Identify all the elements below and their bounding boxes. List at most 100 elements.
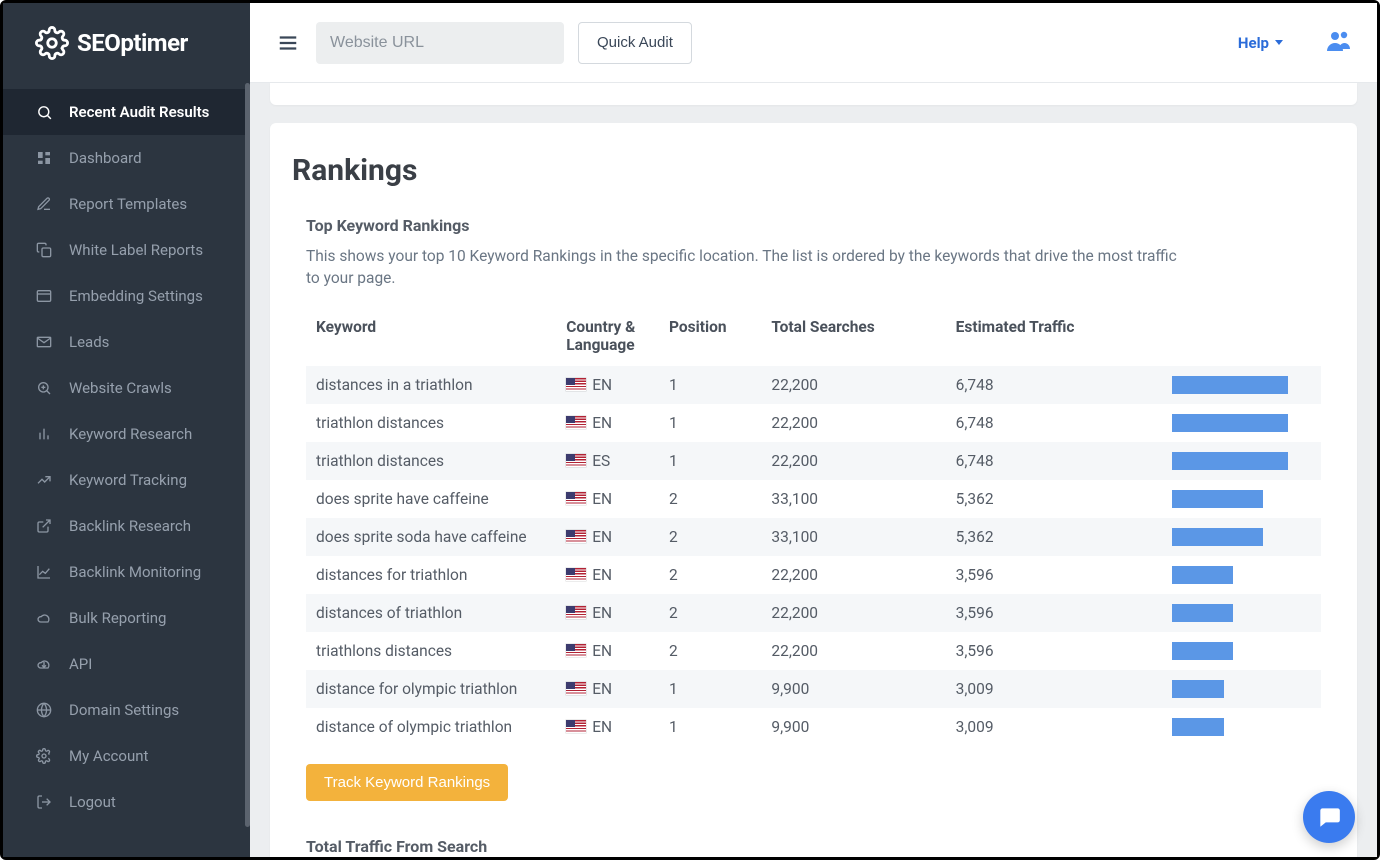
menu-toggle[interactable] bbox=[274, 29, 302, 57]
sidebar-item-bulk-reporting[interactable]: Bulk Reporting bbox=[3, 595, 250, 641]
cell-keyword: triathlon distances bbox=[306, 404, 556, 442]
table-row: distance for olympic triathlonEN19,9003,… bbox=[306, 670, 1321, 708]
sidebar-item-label: Report Templates bbox=[69, 195, 187, 213]
table-row: distances in a triathlonEN122,2006,748 bbox=[306, 366, 1321, 404]
sidebar-item-embedding-settings[interactable]: Embedding Settings bbox=[3, 273, 250, 319]
cell-traffic: 6,748 bbox=[946, 404, 1162, 442]
cell-searches: 33,100 bbox=[761, 480, 945, 518]
cell-position: 1 bbox=[659, 442, 761, 480]
cell-position: 2 bbox=[659, 594, 761, 632]
cell-keyword: distance for olympic triathlon bbox=[306, 670, 556, 708]
cell-position: 2 bbox=[659, 632, 761, 670]
sidebar-item-website-crawls[interactable]: Website Crawls bbox=[3, 365, 250, 411]
edit-icon bbox=[35, 195, 53, 213]
cell-keyword: distances of triathlon bbox=[306, 594, 556, 632]
quick-audit-button[interactable]: Quick Audit bbox=[578, 22, 692, 64]
cell-position: 2 bbox=[659, 480, 761, 518]
flag-icon bbox=[566, 530, 586, 543]
traffic-bar bbox=[1172, 680, 1224, 698]
cell-keyword: does sprite soda have caffeine bbox=[306, 518, 556, 556]
cell-traffic-bar bbox=[1162, 480, 1321, 518]
users-icon bbox=[1325, 29, 1353, 53]
sidebar-item-backlink-monitoring[interactable]: Backlink Monitoring bbox=[3, 549, 250, 595]
cell-country: EN bbox=[556, 480, 659, 518]
sidebar-item-leads[interactable]: Leads bbox=[3, 319, 250, 365]
rankings-card: Rankings Top Keyword Rankings This shows… bbox=[270, 123, 1357, 857]
embed-icon bbox=[35, 287, 53, 305]
sidebar-item-my-account[interactable]: My Account bbox=[3, 733, 250, 779]
cell-traffic: 5,362 bbox=[946, 518, 1162, 556]
sidebar-item-label: Backlink Monitoring bbox=[69, 563, 201, 581]
sidebar-item-domain-settings[interactable]: Domain Settings bbox=[3, 687, 250, 733]
copy-icon bbox=[35, 241, 53, 259]
cell-keyword: distances for triathlon bbox=[306, 556, 556, 594]
sidebar-item-dashboard[interactable]: Dashboard bbox=[3, 135, 250, 181]
sidebar-item-label: Keyword Tracking bbox=[69, 471, 187, 489]
sidebar-item-label: Keyword Research bbox=[69, 425, 192, 443]
rankings-table: Keyword Country & Language Position Tota… bbox=[306, 308, 1321, 746]
cell-traffic-bar bbox=[1162, 404, 1321, 442]
col-searches: Total Searches bbox=[761, 308, 945, 366]
traffic-bar bbox=[1172, 452, 1288, 470]
cell-traffic-bar bbox=[1162, 518, 1321, 556]
table-row: triathlon distancesES122,2006,748 bbox=[306, 442, 1321, 480]
cell-searches: 22,200 bbox=[761, 594, 945, 632]
sidebar-item-keyword-tracking[interactable]: Keyword Tracking bbox=[3, 457, 250, 503]
sidebar-item-recent-audit-results[interactable]: Recent Audit Results bbox=[3, 89, 250, 135]
traffic-bar bbox=[1172, 528, 1264, 546]
sidebar-item-white-label-reports[interactable]: White Label Reports bbox=[3, 227, 250, 273]
sidebar-item-backlink-research[interactable]: Backlink Research bbox=[3, 503, 250, 549]
sidebar-item-label: Bulk Reporting bbox=[69, 609, 166, 627]
cell-traffic-bar bbox=[1162, 670, 1321, 708]
sidebar-item-keyword-research[interactable]: Keyword Research bbox=[3, 411, 250, 457]
url-input[interactable] bbox=[316, 22, 564, 64]
chat-icon bbox=[1316, 804, 1342, 830]
table-row: triathlons distancesEN222,2003,596 bbox=[306, 632, 1321, 670]
table-row: does sprite have caffeineEN233,1005,362 bbox=[306, 480, 1321, 518]
flag-icon bbox=[566, 492, 586, 505]
flag-icon bbox=[566, 682, 586, 695]
chat-launcher[interactable] bbox=[1303, 791, 1355, 843]
barchart-icon bbox=[35, 425, 53, 443]
sidebar-item-label: White Label Reports bbox=[69, 241, 203, 259]
flag-icon bbox=[566, 416, 586, 429]
trend-icon bbox=[35, 471, 53, 489]
content-area: Rankings Top Keyword Rankings This shows… bbox=[250, 83, 1377, 857]
traffic-bar bbox=[1172, 566, 1233, 584]
cell-traffic: 3,009 bbox=[946, 708, 1162, 746]
cell-keyword: does sprite have caffeine bbox=[306, 480, 556, 518]
logo-text: SEOptimer bbox=[77, 29, 188, 57]
logo[interactable]: SEOptimer bbox=[3, 3, 250, 83]
sidebar-item-label: Recent Audit Results bbox=[69, 103, 209, 121]
cell-searches: 22,200 bbox=[761, 556, 945, 594]
cell-searches: 22,200 bbox=[761, 442, 945, 480]
cell-searches: 22,200 bbox=[761, 404, 945, 442]
sidebar-item-label: Domain Settings bbox=[69, 701, 179, 719]
table-row: distances of triathlonEN222,2003,596 bbox=[306, 594, 1321, 632]
cell-traffic: 3,009 bbox=[946, 670, 1162, 708]
sidebar-item-report-templates[interactable]: Report Templates bbox=[3, 181, 250, 227]
help-dropdown[interactable]: Help bbox=[1238, 34, 1283, 52]
cell-traffic: 3,596 bbox=[946, 632, 1162, 670]
cell-traffic-bar bbox=[1162, 556, 1321, 594]
dashboard-icon bbox=[35, 149, 53, 167]
cell-searches: 22,200 bbox=[761, 632, 945, 670]
sidebar-item-api[interactable]: API bbox=[3, 641, 250, 687]
cell-keyword: distance of olympic triathlon bbox=[306, 708, 556, 746]
account-button[interactable] bbox=[1325, 29, 1353, 57]
gear-icon bbox=[35, 747, 53, 765]
previous-card-stub bbox=[270, 83, 1357, 105]
sidebar-item-label: API bbox=[69, 655, 92, 673]
table-row: does sprite soda have caffeineEN233,1005… bbox=[306, 518, 1321, 556]
cell-keyword: triathlon distances bbox=[306, 442, 556, 480]
traffic-bar bbox=[1172, 414, 1288, 432]
sidebar: SEOptimer Recent Audit Results Dashboard R… bbox=[3, 3, 250, 857]
track-keyword-rankings-button[interactable]: Track Keyword Rankings bbox=[306, 764, 508, 801]
cell-searches: 33,100 bbox=[761, 518, 945, 556]
logout-icon bbox=[35, 793, 53, 811]
globe-icon bbox=[35, 701, 53, 719]
chevron-down-icon bbox=[1275, 40, 1283, 45]
cell-country: EN bbox=[556, 594, 659, 632]
section-title: Top Keyword Rankings bbox=[306, 216, 1321, 235]
sidebar-item-logout[interactable]: Logout bbox=[3, 779, 250, 825]
